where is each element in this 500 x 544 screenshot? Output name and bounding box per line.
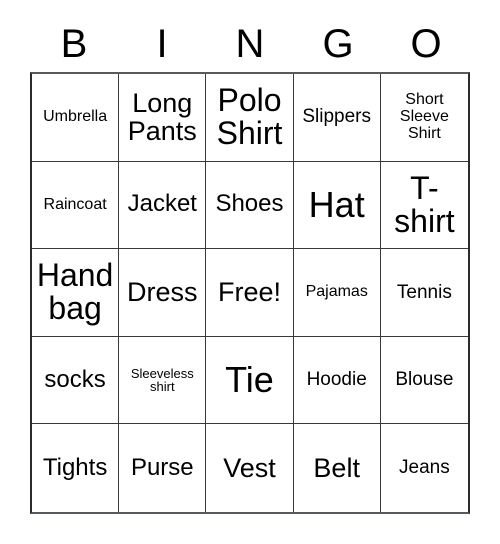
bingo-cell-label: Umbrella	[43, 107, 108, 125]
bingo-cell[interactable]: Hand bag	[32, 249, 120, 337]
bingo-cell-label: Slippers	[302, 106, 372, 128]
bingo-cell-label: Pajamas	[305, 283, 368, 301]
bingo-cell-label: Blouse	[395, 369, 454, 391]
bingo-cell[interactable]: Jacket	[119, 161, 207, 250]
bingo-cell[interactable]: Slippers	[293, 74, 381, 162]
header-letter-n: N	[235, 22, 265, 66]
bingo-cell[interactable]: Dress	[119, 249, 207, 337]
bingo-cell-label: Dress	[127, 277, 198, 308]
bingo-cell[interactable]: Short Sleeve Shirt	[380, 74, 468, 162]
bingo-cell-label: Polo Shirt	[216, 82, 283, 152]
bingo-cell-label: Shoes	[215, 190, 284, 218]
bingo-cell[interactable]: Polo Shirt	[206, 74, 294, 162]
bingo-cell-label: Belt	[313, 453, 360, 484]
bingo-cell[interactable]: Long Pants	[119, 74, 207, 162]
bingo-cell-label: Tights	[42, 453, 108, 481]
bingo-cell-label: Free!	[217, 277, 281, 308]
bingo-cell-label: Hand bag	[36, 257, 114, 327]
bingo-cell-label: Hoodie	[306, 369, 367, 391]
bingo-cell-label: Raincoat	[43, 195, 107, 213]
bingo-grid: Umbrella Long Pants Polo Shirt Slippers …	[30, 72, 470, 514]
bingo-cell-label: T-shirt	[394, 169, 455, 239]
bingo-cell-label: Tie	[225, 359, 274, 401]
bingo-header-row: B I N G O	[30, 18, 470, 70]
bingo-cell[interactable]: Umbrella	[32, 74, 120, 162]
bingo-cell[interactable]: Tennis	[380, 249, 468, 337]
bingo-cell-label: Jacket	[127, 190, 197, 218]
bingo-cell[interactable]: T-shirt	[380, 162, 468, 250]
bingo-cell[interactable]: Pajamas	[293, 249, 381, 337]
bingo-cell[interactable]: Vest	[206, 424, 294, 512]
bingo-cell[interactable]: Sleeveless shirt	[119, 336, 207, 425]
header-letter-o: O	[410, 22, 442, 66]
bingo-cell[interactable]: Belt	[294, 424, 381, 512]
bingo-cell-free[interactable]: Free!	[206, 249, 294, 337]
bingo-cell[interactable]: socks	[32, 336, 120, 425]
bingo-cell-label: Jeans	[399, 457, 450, 479]
header-letter-g: G	[322, 22, 354, 66]
bingo-cell[interactable]: Hoodie	[293, 336, 381, 425]
bingo-cell-label: Short Sleeve Shirt	[399, 91, 449, 142]
header-letter-i: I	[156, 22, 168, 66]
bingo-cell[interactable]: Shoes	[206, 161, 294, 250]
bingo-cell[interactable]: Tie	[206, 336, 294, 425]
bingo-cell-label: Tennis	[396, 281, 452, 303]
bingo-cell[interactable]: Purse	[119, 424, 207, 512]
bingo-cell-label: Purse	[130, 453, 194, 481]
bingo-cell[interactable]: Raincoat	[32, 161, 120, 250]
bingo-cell[interactable]: Tights	[32, 424, 120, 512]
bingo-cell-label: Sleeveless shirt	[130, 365, 194, 395]
header-letter-b: B	[60, 22, 88, 66]
bingo-cell[interactable]: Hat	[293, 161, 381, 250]
bingo-cell[interactable]: Blouse	[380, 337, 468, 425]
bingo-cell-label: Vest	[223, 453, 276, 484]
bingo-cell[interactable]: Jeans	[381, 424, 468, 512]
bingo-cell-label: Long Pants	[127, 88, 197, 147]
bingo-cell-label: socks	[44, 365, 106, 393]
bingo-cell-label: Hat	[308, 184, 365, 226]
bingo-card: B I N G O Umbrella Long Pants Polo Shirt…	[0, 0, 500, 544]
